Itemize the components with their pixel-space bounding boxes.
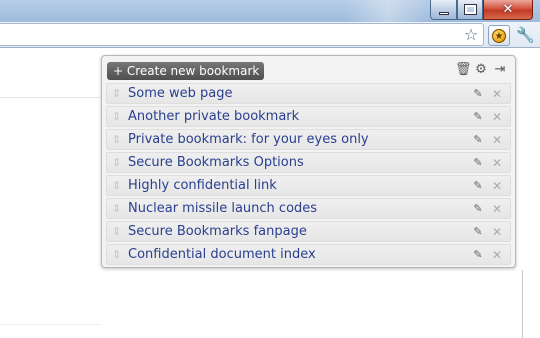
- edit-icon[interactable]: ✎: [472, 155, 484, 171]
- delete-icon[interactable]: ✕: [491, 247, 503, 263]
- edit-icon[interactable]: ✎: [472, 201, 484, 217]
- page-divider: [0, 97, 100, 98]
- delete-icon[interactable]: ✕: [491, 178, 503, 194]
- delete-icon[interactable]: ✕: [491, 201, 503, 217]
- bookmarks-popup: + Create new bookmark 🗑 ⚙ ⇥ ⇕ Some web p…: [101, 55, 516, 268]
- delete-icon[interactable]: ✕: [491, 155, 503, 171]
- bookmark-link[interactable]: Highly confidential link: [128, 177, 277, 195]
- drag-handle-icon[interactable]: ⇕: [112, 155, 121, 171]
- wrench-menu-icon[interactable]: 🔧: [516, 26, 535, 44]
- delete-icon[interactable]: ✕: [491, 109, 503, 125]
- bookmark-link[interactable]: Some web page: [128, 85, 232, 103]
- bookmark-link[interactable]: Private bookmark: for your eyes only: [128, 131, 369, 149]
- maximize-button[interactable]: [457, 0, 483, 20]
- drag-handle-icon[interactable]: ⇕: [112, 109, 121, 125]
- titlebar-glass: [345, 0, 430, 22]
- close-icon: ✕: [502, 2, 514, 17]
- list-item[interactable]: ⇕ Private bookmark: for your eyes only ✎…: [106, 129, 511, 150]
- edit-icon[interactable]: ✎: [472, 178, 484, 194]
- browser-toolbar: [0, 22, 540, 48]
- bookmark-star-icon[interactable]: ☆: [463, 26, 479, 44]
- secure-bookmarks-extension-button[interactable]: ★: [488, 25, 510, 46]
- popup-header: + Create new bookmark 🗑 ⚙ ⇥: [102, 56, 515, 84]
- drag-handle-icon[interactable]: ⇕: [112, 86, 121, 102]
- export-icon[interactable]: ⇥: [493, 62, 507, 78]
- delete-icon[interactable]: ✕: [491, 224, 503, 240]
- list-item[interactable]: ⇕ Confidential document index ✎ ✕: [106, 244, 511, 265]
- list-item[interactable]: ⇕ Another private bookmark ✎ ✕: [106, 106, 511, 127]
- list-item[interactable]: ⇕ Secure Bookmarks Options ✎ ✕: [106, 152, 511, 173]
- bookmark-link[interactable]: Nuclear missile launch codes: [128, 200, 317, 218]
- window-titlebar: ✕: [0, 0, 540, 22]
- extension-icon: ★: [492, 28, 506, 43]
- scrollbar-edge: [522, 270, 523, 338]
- minimize-button[interactable]: [430, 0, 457, 20]
- drag-handle-icon[interactable]: ⇕: [112, 201, 121, 217]
- list-item[interactable]: ⇕ Secure Bookmarks fanpage ✎ ✕: [106, 221, 511, 242]
- maximize-icon: [463, 4, 477, 15]
- close-button[interactable]: ✕: [483, 0, 533, 20]
- delete-icon[interactable]: ✕: [491, 86, 503, 102]
- bookmark-link[interactable]: Another private bookmark: [128, 108, 299, 126]
- drag-handle-icon[interactable]: ⇕: [112, 224, 121, 240]
- edit-icon[interactable]: ✎: [472, 109, 484, 125]
- edit-icon[interactable]: ✎: [472, 86, 484, 102]
- address-bar[interactable]: [0, 23, 484, 46]
- bookmark-link[interactable]: Confidential document index: [128, 246, 316, 264]
- create-bookmark-button[interactable]: + Create new bookmark: [107, 62, 264, 80]
- drag-handle-icon[interactable]: ⇕: [112, 247, 121, 263]
- minimize-icon: [438, 12, 449, 15]
- drag-handle-icon[interactable]: ⇕: [112, 178, 121, 194]
- drag-handle-icon[interactable]: ⇕: [112, 132, 121, 148]
- page-divider: [0, 324, 100, 325]
- list-item[interactable]: ⇕ Some web page ✎ ✕: [106, 83, 511, 104]
- edit-icon[interactable]: ✎: [472, 132, 484, 148]
- trash-icon[interactable]: 🗑: [455, 62, 472, 78]
- list-item[interactable]: ⇕ Nuclear missile launch codes ✎ ✕: [106, 198, 511, 219]
- list-item[interactable]: ⇕ Highly confidential link ✎ ✕: [106, 175, 511, 196]
- bookmark-list: ⇕ Some web page ✎ ✕ ⇕ Another private bo…: [106, 83, 511, 267]
- gear-icon[interactable]: ⚙: [474, 62, 488, 78]
- delete-icon[interactable]: ✕: [491, 132, 503, 148]
- edit-icon[interactable]: ✎: [472, 247, 484, 263]
- edit-icon[interactable]: ✎: [472, 224, 484, 240]
- bookmark-link[interactable]: Secure Bookmarks Options: [128, 154, 304, 172]
- bookmark-link[interactable]: Secure Bookmarks fanpage: [128, 223, 307, 241]
